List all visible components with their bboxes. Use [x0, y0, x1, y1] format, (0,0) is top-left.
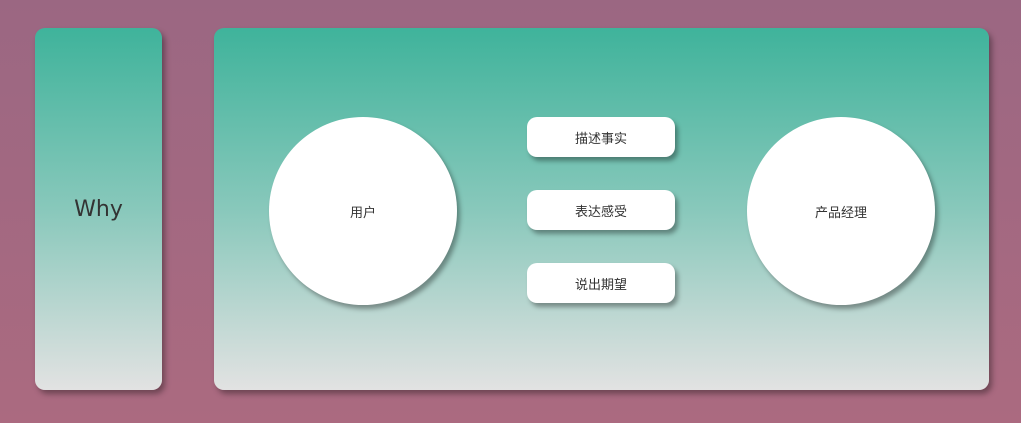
why-panel: Why	[35, 28, 162, 390]
user-node-label: 用户	[349, 205, 376, 221]
action-label: 说出期望	[574, 277, 627, 293]
action-describe-facts: 描述事实	[527, 117, 675, 157]
diagram-panel: 用户 描述事实 表达感受 说出期望 产品经理	[214, 28, 989, 390]
action-label: 表达感受	[574, 204, 627, 220]
product-manager-node-label: 产品经理	[814, 205, 867, 221]
action-state-expectations: 说出期望	[527, 263, 675, 303]
user-node: 用户	[269, 117, 457, 305]
why-label: Why	[74, 196, 123, 222]
product-manager-node: 产品经理	[747, 117, 935, 305]
action-express-feelings: 表达感受	[527, 190, 675, 230]
action-label: 描述事实	[574, 131, 627, 147]
